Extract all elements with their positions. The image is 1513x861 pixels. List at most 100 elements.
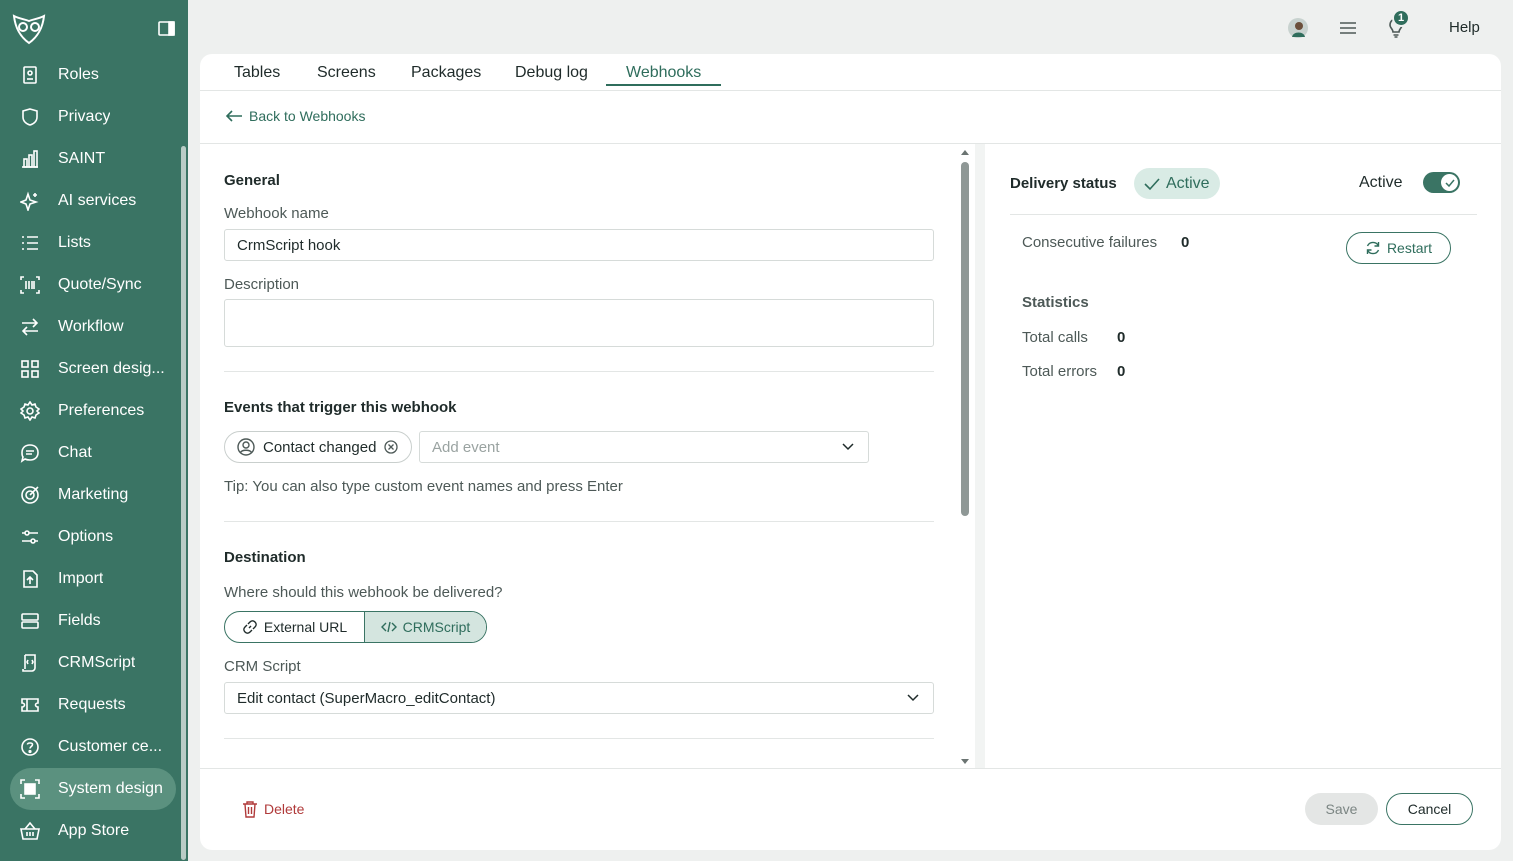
link-icon xyxy=(243,620,257,634)
sidebar-item-lists[interactable]: Lists xyxy=(10,222,176,264)
notification-badge: 1 xyxy=(1392,9,1410,27)
chevron-down-icon xyxy=(842,443,854,451)
sidebar-scrollbar[interactable] xyxy=(181,146,186,860)
destination-heading: Destination xyxy=(224,549,306,566)
user-circle-icon xyxy=(237,438,255,456)
list-icon xyxy=(20,233,40,253)
sidebar-item-label: Roles xyxy=(58,66,99,83)
arrows-icon xyxy=(20,317,40,337)
check-icon xyxy=(1144,177,1160,190)
sidebar-item-requests[interactable]: Requests xyxy=(10,684,176,726)
description-input[interactable] xyxy=(224,299,934,347)
external-url-button[interactable]: External URL xyxy=(225,612,365,642)
event-chip-label: Contact changed xyxy=(263,438,377,456)
active-tab-indicator xyxy=(606,84,721,86)
back-to-webhooks-link[interactable]: Back to Webhooks xyxy=(225,108,365,124)
tab-tables[interactable]: Tables xyxy=(234,64,280,82)
sidebar-item-label: AI services xyxy=(58,192,137,209)
active-toggle-label: Active xyxy=(1359,174,1403,191)
sidebar-item-label: Lists xyxy=(58,234,91,251)
sidebar: Roles Privacy SAINT AI services Lists Qu… xyxy=(0,0,188,861)
sidebar-item-system-design[interactable]: System design xyxy=(10,768,176,810)
sidebar-item-chat[interactable]: Chat xyxy=(10,432,176,474)
tab-screens[interactable]: Screens xyxy=(317,64,376,82)
menu-icon[interactable] xyxy=(1336,16,1360,40)
sidebar-item-label: Privacy xyxy=(58,108,111,125)
sidebar-item-options[interactable]: Options xyxy=(10,516,176,558)
refresh-icon xyxy=(1366,241,1380,255)
barcode-icon xyxy=(20,275,40,295)
tab-packages[interactable]: Packages xyxy=(411,64,481,82)
webhook-name-input[interactable]: CrmScript hook xyxy=(224,229,934,261)
sidebar-item-privacy[interactable]: Privacy xyxy=(10,96,176,138)
system-design-icon xyxy=(20,779,40,799)
destination-toggle: External URL CRMScript xyxy=(224,611,487,643)
save-button[interactable]: Save xyxy=(1305,793,1378,825)
target-icon xyxy=(20,485,40,505)
scrollbar-thumb[interactable] xyxy=(961,162,969,516)
total-errors-value: 0 xyxy=(1117,363,1126,380)
delivery-status-label: Delivery status xyxy=(1010,175,1117,192)
section-divider xyxy=(224,521,934,522)
sidebar-item-import[interactable]: Import xyxy=(10,558,176,600)
sidebar-item-app-store[interactable]: App Store xyxy=(10,810,176,852)
remove-chip-icon[interactable] xyxy=(384,440,399,454)
sidebar-item-screen-designer[interactable]: Screen desig... xyxy=(10,348,176,390)
crm-script-value: Edit contact (SuperMacro_editContact) xyxy=(237,689,496,707)
sidebar-item-label: Workflow xyxy=(58,318,124,335)
event-chip-contact-changed[interactable]: Contact changed xyxy=(224,431,412,463)
roles-icon xyxy=(20,65,40,85)
sidebar-item-customer-center[interactable]: Customer ce... xyxy=(10,726,176,768)
crm-script-select[interactable]: Edit contact (SuperMacro_editContact) xyxy=(224,682,934,714)
sidebar-item-label: Preferences xyxy=(58,402,145,419)
add-event-select[interactable]: Add event xyxy=(419,431,869,463)
sidebar-item-label: System design xyxy=(58,780,163,797)
sparkle-icon xyxy=(20,191,40,211)
shield-icon xyxy=(20,107,40,127)
consecutive-failures-value: 0 xyxy=(1181,234,1190,251)
webhook-name-label: Webhook name xyxy=(224,205,329,222)
tab-webhooks[interactable]: Webhooks xyxy=(626,64,701,82)
chat-icon xyxy=(20,443,40,463)
sidebar-item-crmscript[interactable]: CRMScript xyxy=(10,642,176,684)
sidebar-item-roles[interactable]: Roles xyxy=(10,54,176,96)
section-divider xyxy=(224,738,934,739)
sidebar-item-ai-services[interactable]: AI services xyxy=(10,180,176,222)
section-divider xyxy=(224,371,934,372)
events-heading: Events that trigger this webhook xyxy=(224,399,457,416)
arrow-left-icon xyxy=(225,110,242,122)
sidebar-item-label: Quote/Sync xyxy=(58,276,142,293)
status-badge-label: Active xyxy=(1166,174,1210,192)
sidebar-item-saint[interactable]: SAINT xyxy=(10,138,176,180)
active-toggle[interactable] xyxy=(1423,172,1460,193)
total-calls-value: 0 xyxy=(1117,329,1126,346)
destination-question: Where should this webhook be delivered? xyxy=(224,584,503,601)
grid-icon xyxy=(20,359,40,379)
sidebar-item-fields[interactable]: Fields xyxy=(10,600,176,642)
sidebar-item-preferences[interactable]: Preferences xyxy=(10,390,176,432)
sidebar-item-marketing[interactable]: Marketing xyxy=(10,474,176,516)
crmscript-button[interactable]: CRMScript xyxy=(365,612,486,642)
avatar[interactable] xyxy=(1286,16,1310,40)
form-scrollbar[interactable] xyxy=(958,146,972,768)
delete-label: Delete xyxy=(264,801,305,817)
sidebar-collapse-icon[interactable] xyxy=(158,21,175,36)
scroll-up-icon[interactable] xyxy=(960,148,970,156)
cancel-button[interactable]: Cancel xyxy=(1386,793,1473,825)
fields-icon xyxy=(20,611,40,631)
restart-button[interactable]: Restart xyxy=(1346,232,1451,264)
total-errors-label: Total errors xyxy=(1022,363,1098,380)
sidebar-item-label: Marketing xyxy=(58,486,129,503)
sidebar-item-workflow[interactable]: Workflow xyxy=(10,306,176,348)
sliders-icon xyxy=(20,527,40,547)
tab-debug-log[interactable]: Debug log xyxy=(515,64,588,82)
sidebar-item-quote-sync[interactable]: Quote/Sync xyxy=(10,264,176,306)
scroll-down-icon[interactable] xyxy=(960,758,970,766)
owl-logo-icon[interactable] xyxy=(12,13,46,45)
status-badge: Active xyxy=(1134,168,1220,199)
help-link[interactable]: Help xyxy=(1449,19,1480,36)
delete-button[interactable]: Delete xyxy=(242,800,304,818)
sidebar-item-label: Import xyxy=(58,570,104,587)
tab-bar: Tables Screens Packages Debug log Webhoo… xyxy=(200,54,1501,91)
footer-divider xyxy=(200,768,1501,769)
